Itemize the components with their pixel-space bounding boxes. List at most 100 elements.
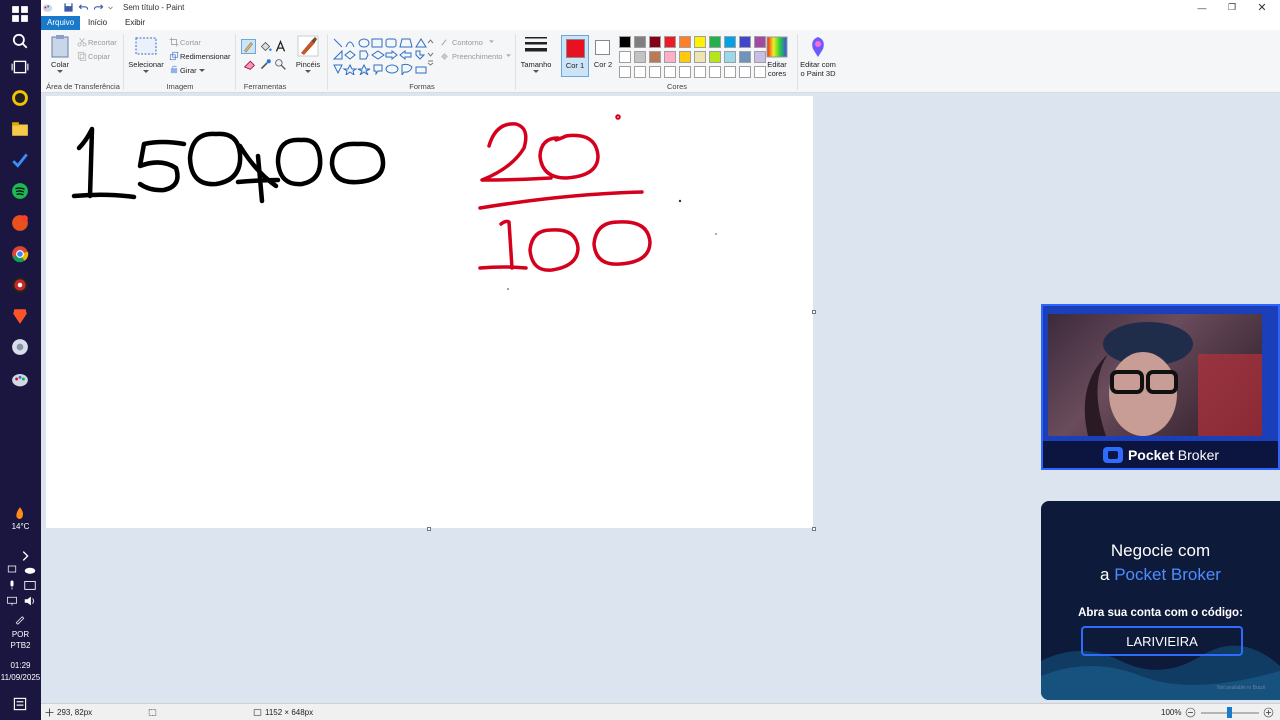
palette-swatch[interactable] [679, 51, 691, 63]
zoom-in-icon[interactable] [1263, 707, 1274, 718]
color2-button[interactable]: Cor 2 [591, 35, 615, 77]
browser-app-icon[interactable] [8, 274, 32, 296]
palette-swatch[interactable] [694, 36, 706, 48]
magnifier-icon[interactable] [274, 58, 287, 71]
fill-bucket-icon[interactable] [259, 40, 272, 53]
camera-icon[interactable] [23, 579, 37, 591]
pen-icon[interactable] [14, 613, 26, 625]
crop-button[interactable]: Cortar [180, 38, 201, 47]
palette-swatch[interactable] [619, 51, 631, 63]
palette-swatch[interactable] [754, 51, 766, 63]
restore-button[interactable]: ❐ [1217, 0, 1247, 15]
close-button[interactable]: ✕ [1247, 0, 1277, 15]
windows-start-icon[interactable] [8, 3, 32, 25]
palette-swatch[interactable] [664, 51, 676, 63]
volume-icon[interactable] [23, 595, 37, 607]
edit-paint3d-button[interactable]: Editar com o Paint 3D [797, 60, 839, 78]
paint3d-icon[interactable] [808, 36, 828, 58]
shield-app-icon[interactable] [8, 336, 32, 358]
brave-icon[interactable] [8, 305, 32, 327]
file-explorer-icon[interactable] [8, 118, 32, 140]
tab-exibir[interactable]: Exibir [119, 16, 151, 30]
palette-swatch[interactable] [739, 66, 751, 78]
search-icon[interactable] [8, 30, 32, 52]
pencil-tool[interactable] [241, 39, 256, 54]
select-button[interactable]: Selecionar [125, 60, 167, 69]
promo-code-box[interactable]: LARIVIEIRA [1081, 626, 1243, 656]
save-icon[interactable] [63, 2, 74, 13]
resize-handle-right[interactable] [812, 310, 816, 314]
paste-dropdown-icon[interactable] [57, 70, 63, 74]
palette-swatch[interactable] [724, 36, 736, 48]
tab-inicio[interactable]: Início [82, 16, 113, 30]
notification-app-icon[interactable] [8, 212, 32, 234]
brush-icon[interactable] [297, 35, 319, 57]
language-primary[interactable]: POR [0, 630, 41, 639]
palette-swatch[interactable] [739, 36, 751, 48]
rotate-dropdown-icon[interactable] [199, 69, 205, 73]
palette-swatch[interactable] [724, 66, 736, 78]
shapes-gallery[interactable] [332, 37, 432, 75]
palette-swatch[interactable] [724, 51, 736, 63]
paint-taskbar-icon[interactable] [8, 368, 32, 390]
brushes-button[interactable]: Pincéis [291, 60, 325, 69]
paste-icon[interactable] [50, 34, 70, 58]
resize-handle-corner[interactable] [812, 527, 816, 531]
clock-date[interactable]: 11/09/2025 [0, 673, 41, 682]
microphone-icon[interactable] [6, 579, 18, 591]
resize-button[interactable]: Redimensionar [180, 52, 230, 61]
palette-swatch[interactable] [634, 51, 646, 63]
eraser-icon[interactable] [243, 58, 256, 71]
redo-icon[interactable] [93, 2, 104, 13]
zoom-out-icon[interactable] [1185, 707, 1196, 718]
size-icon[interactable] [524, 36, 548, 56]
network-icon[interactable] [6, 563, 18, 575]
size-dropdown-icon[interactable] [533, 70, 539, 74]
paste-button[interactable]: Colar [45, 60, 75, 69]
color1-button[interactable]: Cor 1 [561, 35, 589, 77]
text-tool-icon[interactable] [274, 40, 287, 53]
chrome-icon[interactable] [8, 243, 32, 265]
select-icon[interactable] [135, 37, 157, 55]
spotify-icon[interactable] [8, 180, 32, 202]
palette-swatch[interactable] [709, 36, 721, 48]
language-secondary[interactable]: PTB2 [0, 641, 41, 650]
palette-swatch[interactable] [754, 36, 766, 48]
clock-time[interactable]: 01:29 [0, 661, 41, 670]
size-button[interactable]: Tamanho [517, 60, 555, 69]
task-view-icon[interactable] [8, 56, 32, 78]
palette-swatch[interactable] [709, 51, 721, 63]
shapes-scroll-icon[interactable] [427, 38, 434, 66]
drawing-canvas[interactable] [46, 96, 813, 528]
app-circle-icon[interactable] [8, 87, 32, 109]
palette-swatch[interactable] [694, 51, 706, 63]
zoom-slider-thumb[interactable] [1227, 707, 1232, 718]
cloud-icon[interactable] [23, 563, 37, 575]
brushes-dropdown-icon[interactable] [305, 70, 311, 74]
select-dropdown-icon[interactable] [143, 70, 149, 74]
outline-button[interactable]: Contorno [452, 38, 483, 47]
palette-swatch[interactable] [634, 36, 646, 48]
customize-quick-access-icon[interactable] [107, 2, 114, 13]
palette-swatch[interactable] [664, 36, 676, 48]
palette-swatch[interactable] [664, 66, 676, 78]
palette-swatch[interactable] [694, 66, 706, 78]
fill-button[interactable]: Preenchimento [452, 52, 502, 61]
display-icon[interactable] [6, 595, 18, 607]
palette-swatch[interactable] [754, 66, 766, 78]
tab-arquivo[interactable]: Arquivo [41, 16, 81, 30]
palette-swatch[interactable] [619, 36, 631, 48]
todo-check-icon[interactable] [8, 149, 32, 171]
resize-handle-bottom[interactable] [427, 527, 431, 531]
undo-icon[interactable] [78, 2, 89, 13]
palette-swatch[interactable] [649, 36, 661, 48]
palette-swatch[interactable] [649, 51, 661, 63]
rotate-button[interactable]: Girar [180, 66, 197, 75]
palette-swatch[interactable] [679, 36, 691, 48]
edit-colors-icon[interactable] [766, 36, 788, 58]
color-picker-icon[interactable] [259, 58, 272, 71]
palette-swatch[interactable] [619, 66, 631, 78]
notifications-icon[interactable] [8, 693, 32, 715]
palette-swatch[interactable] [739, 51, 751, 63]
palette-swatch[interactable] [649, 66, 661, 78]
